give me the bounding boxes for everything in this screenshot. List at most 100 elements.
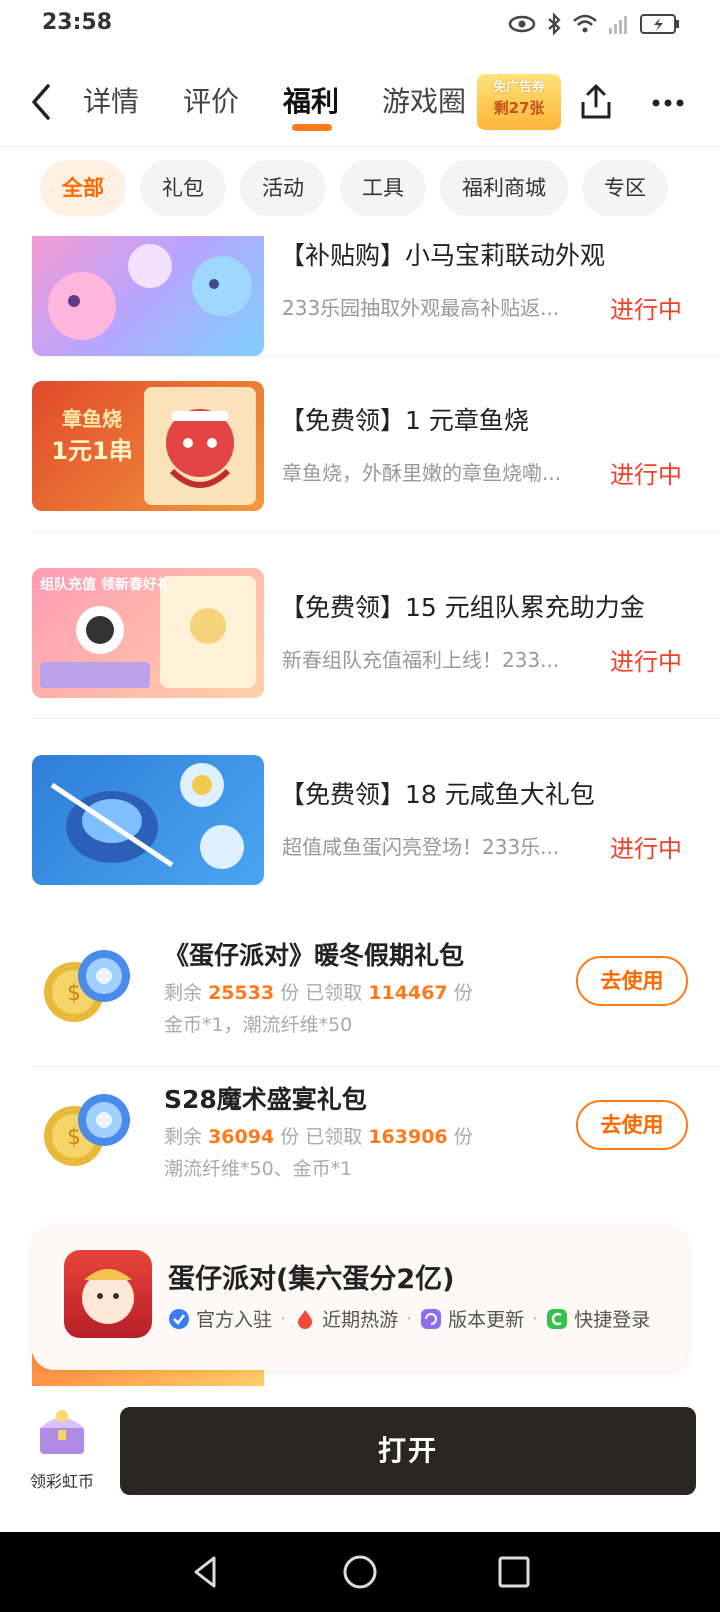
signal-icon — [609, 16, 627, 34]
event-subtitle: 233乐园抽取外观最高补贴返... — [282, 296, 560, 320]
open-game-button[interactable]: 打开 — [120, 1407, 696, 1495]
tab-welfare[interactable]: 福利 — [283, 80, 339, 120]
bonus-label: 领彩虹币 — [29, 1472, 94, 1491]
remain-count: 25533 — [208, 982, 275, 1004]
wifi-icon — [573, 14, 597, 33]
event-title: 【补贴购】小马宝莉联动外观 — [280, 241, 606, 270]
remain-label: 剩余 — [164, 1126, 203, 1148]
event-status: 进行中 — [610, 835, 682, 863]
tag-hot: 近期热游 — [294, 1305, 398, 1332]
ad-badge-line1: 免广告券 — [492, 80, 545, 95]
tag-separator: · — [532, 1307, 539, 1330]
chip-activity[interactable]: 活动 — [240, 160, 326, 216]
use-gift-button[interactable]: 去使用 — [576, 1100, 688, 1150]
status-bar: 23:58 — [0, 0, 720, 50]
remain-label: 剩余 — [164, 982, 203, 1004]
tag-separator: · — [280, 1307, 287, 1330]
unit-label: 份 — [453, 982, 473, 1004]
event-title: 【免费领】1 元章鱼烧 — [280, 406, 529, 435]
event-thumbnail: 章鱼烧 1元1串 — [32, 381, 264, 511]
bluetooth-icon — [548, 12, 561, 36]
row-divider — [32, 718, 720, 719]
ad-badge-line2: 剩27张 — [493, 99, 545, 117]
gift-contents: 潮流纤维*50、金币*1 — [164, 1158, 353, 1180]
list-item[interactable]: 组队充值 领新春好礼 【免费领】15 元组队累充助力金 新春组队充值福利上线！2… — [0, 568, 720, 755]
taken-count: 114467 — [368, 982, 448, 1004]
event-title: 【免费领】18 元咸鱼大礼包 — [280, 780, 595, 809]
row-divider — [32, 356, 720, 357]
tag-label: 近期热游 — [322, 1309, 399, 1331]
event-subtitle: 超值咸鱼蛋闪亮登场！233乐... — [282, 835, 560, 859]
gift-coin-icon: $ — [44, 950, 130, 1022]
chip-mall[interactable]: 福利商城 — [440, 160, 568, 216]
active-tab-indicator — [292, 124, 332, 131]
list-item[interactable]: 章鱼烧 1元1串 【免费领】1 元章鱼烧 章鱼烧，外酥里嫩的章鱼烧嘞... 进行… — [0, 381, 720, 568]
game-app-icon — [64, 1250, 152, 1338]
back-arrow-icon[interactable] — [22, 80, 62, 124]
verified-icon — [169, 1308, 189, 1329]
battery-icon — [640, 14, 679, 34]
gift-title: 《蛋仔派对》暖冬假期礼包 — [164, 941, 465, 970]
unit-label: 份 — [453, 1126, 473, 1148]
event-subtitle: 新春组队充值福利上线！233... — [282, 648, 560, 672]
system-home-icon[interactable] — [342, 1554, 378, 1590]
flame-icon — [298, 1309, 313, 1329]
eye-icon — [508, 15, 536, 33]
tag-separator: · — [406, 1307, 413, 1330]
gift-row: $ 《蛋仔派对》暖冬假期礼包 剩余 25533 份 已领取 114467 份 金… — [0, 922, 720, 1066]
gift-row: $ S28魔术盛宴礼包 剩余 36094 份 已领取 163906 份 潮流纤维… — [0, 1066, 720, 1210]
treasure-chest-icon — [40, 1410, 84, 1454]
status-icons — [508, 12, 680, 36]
event-title: 【免费领】15 元组队累充助力金 — [280, 593, 645, 622]
event-status: 进行中 — [610, 461, 682, 489]
chip-zone[interactable]: 专区 — [582, 160, 668, 216]
welfare-list: 【补贴购】小马宝莉联动外观 233乐园抽取外观最高补贴返... 进行中 章鱼烧 … — [0, 236, 720, 1386]
game-info-card[interactable]: 蛋仔派对(集六蛋分2亿) 官方入驻 · 近期热游 · 版本更新 · 快捷登录 — [32, 1225, 688, 1370]
gift-stock: 剩余 36094 份 已领取 163906 份 — [164, 1122, 473, 1149]
event-thumbnail — [32, 755, 264, 885]
status-time: 23:58 — [42, 10, 113, 35]
tag-official: 官方入驻 — [168, 1305, 272, 1332]
tag-label: 版本更新 — [448, 1309, 525, 1331]
remain-count: 36094 — [208, 1126, 275, 1148]
thumb-text: 组队充值 领新春好礼 — [40, 577, 171, 593]
list-item[interactable]: 【补贴购】小马宝莉联动外观 233乐园抽取外观最高补贴返... 进行中 — [0, 236, 720, 383]
chip-all[interactable]: 全部 — [40, 160, 126, 216]
tab-reviews[interactable]: 评价 — [183, 80, 239, 120]
gift-title: S28魔术盛宴礼包 — [164, 1085, 367, 1114]
quick-login-icon — [547, 1308, 568, 1329]
taken-label: 份 已领取 — [280, 1126, 363, 1148]
gift-stock: 剩余 25533 份 已领取 114467 份 — [164, 978, 473, 1005]
system-recents-icon[interactable] — [496, 1554, 532, 1590]
tab-game-circle[interactable]: 游戏圈 — [382, 80, 466, 120]
game-name: 蛋仔派对(集六蛋分2亿) — [168, 1264, 455, 1295]
list-item[interactable]: 【免费领】18 元咸鱼大礼包 超值咸鱼蛋闪亮登场！233乐... 进行中 — [0, 755, 720, 942]
event-thumbnail: 组队充值 领新春好礼 — [32, 568, 264, 698]
tag-quick-login: 快捷登录 — [546, 1305, 650, 1332]
chip-gift[interactable]: 礼包 — [140, 160, 226, 216]
system-back-icon[interactable] — [188, 1554, 224, 1590]
taken-label: 份 已领取 — [280, 982, 363, 1004]
thumb-text: 章鱼烧 — [62, 407, 122, 431]
event-status: 进行中 — [610, 648, 682, 676]
svg-text:$: $ — [67, 1125, 81, 1150]
tag-label: 快捷登录 — [574, 1309, 651, 1331]
svg-text:$: $ — [67, 981, 81, 1006]
game-tags: 官方入驻 · 近期热游 · 版本更新 · 快捷登录 — [168, 1305, 678, 1332]
filter-chips: 全部 礼包 活动 工具 福利商城 专区 — [0, 160, 720, 220]
chip-tools[interactable]: 工具 — [340, 160, 426, 216]
gift-coin-icon: $ — [44, 1094, 130, 1166]
row-divider — [32, 531, 720, 532]
thumb-text: 1元1串 — [51, 437, 133, 465]
rainbow-coin-bonus[interactable]: 领彩虹币 — [24, 1402, 100, 1502]
system-nav-bar — [0, 1532, 720, 1612]
event-subtitle: 章鱼烧，外酥里嫩的章鱼烧嘞... — [282, 461, 562, 485]
share-icon[interactable] — [578, 82, 614, 122]
more-icon[interactable] — [648, 88, 688, 118]
ad-free-coupon-badge[interactable]: 免广告券 剩27张 — [477, 74, 561, 130]
update-icon — [421, 1308, 442, 1329]
use-gift-button[interactable]: 去使用 — [576, 956, 688, 1006]
tag-label: 官方入驻 — [196, 1309, 273, 1331]
tag-update: 版本更新 — [420, 1305, 524, 1332]
tab-details[interactable]: 详情 — [83, 80, 139, 120]
